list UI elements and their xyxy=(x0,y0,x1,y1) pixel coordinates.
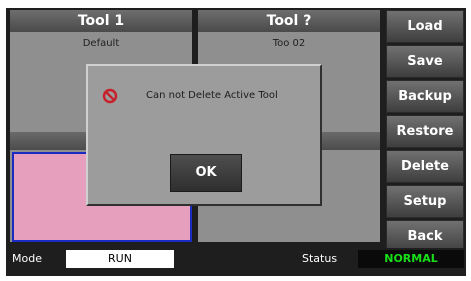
hmi-screen: Tool 1 Default Tool ? Too 02 Load Save B… xyxy=(6,8,466,276)
error-dialog: Can not Delete Active Tool OK xyxy=(86,64,322,206)
side-menu: Load Save Backup Restore Delete Setup Ba… xyxy=(386,10,464,255)
delete-button[interactable]: Delete xyxy=(386,150,464,183)
tool-2-name: Too 02 xyxy=(272,38,306,49)
mode-label: Mode xyxy=(12,252,42,265)
tool-1-name: Default xyxy=(82,38,120,49)
status-bar: Mode RUN Status NORMAL xyxy=(6,248,466,270)
save-button[interactable]: Save xyxy=(386,45,464,78)
backup-button[interactable]: Backup xyxy=(386,80,464,113)
status-label: Status xyxy=(302,252,338,265)
tool-1-title: Tool 1 xyxy=(10,10,192,32)
ok-button[interactable]: OK xyxy=(170,154,242,192)
mode-value: RUN xyxy=(66,250,174,268)
setup-button[interactable]: Setup xyxy=(386,185,464,218)
status-value: NORMAL xyxy=(358,250,464,268)
load-button[interactable]: Load xyxy=(386,10,464,43)
restore-button[interactable]: Restore xyxy=(386,115,464,148)
tool-2-title: Tool ? xyxy=(198,10,380,32)
prohibited-icon xyxy=(102,88,118,104)
dialog-message: Can not Delete Active Tool xyxy=(146,90,278,101)
